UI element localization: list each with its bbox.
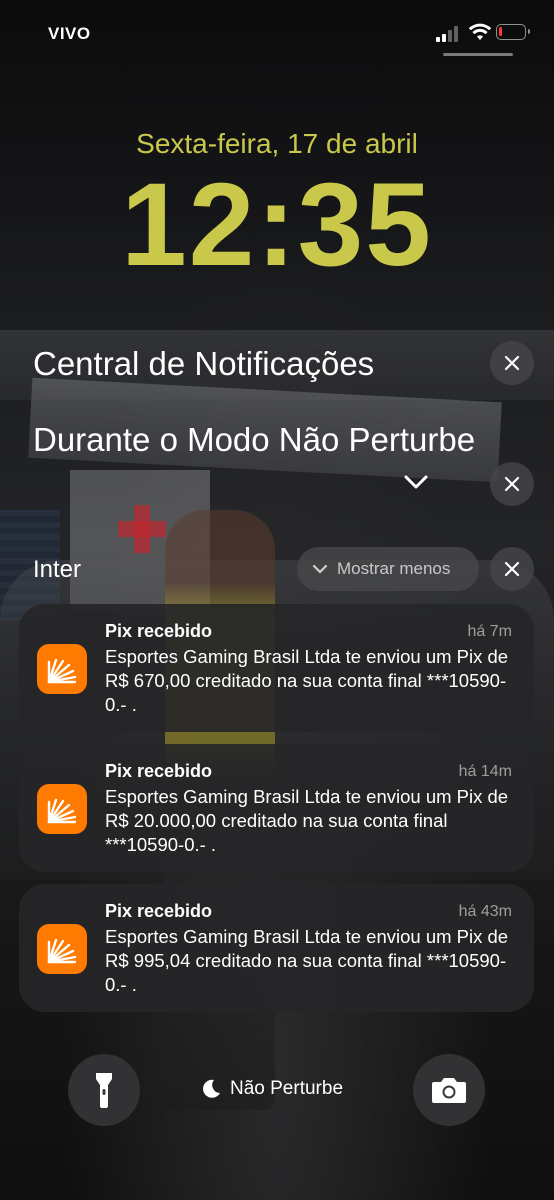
inter-app-icon	[37, 784, 87, 834]
flashlight-icon	[96, 1073, 112, 1108]
camera-button[interactable]	[413, 1054, 485, 1126]
flashlight-button[interactable]	[68, 1054, 140, 1126]
notification-card[interactable]: Pix recebido há 43m Esportes Gaming Bras…	[19, 884, 534, 1012]
focus-mode-label: Não Perturbe	[230, 1078, 344, 1099]
carrier-name: VIVO	[48, 24, 91, 43]
clear-group-button[interactable]	[490, 547, 534, 591]
notification-center-title: Central de Notificações	[33, 345, 375, 382]
notification-time: há 43m	[458, 903, 512, 920]
show-less-label: Mostrar menos	[337, 559, 451, 578]
close-icon	[504, 476, 520, 492]
camera-icon	[432, 1078, 466, 1103]
notification-title: Pix recebido	[105, 621, 213, 641]
notification-title: Pix recebido	[105, 761, 213, 781]
status-indicator-line	[443, 53, 513, 56]
status-bar: VIVO	[0, 0, 554, 60]
clear-dnd-section-button[interactable]	[490, 462, 534, 506]
notification-time: há 14m	[458, 763, 512, 780]
inter-app-icon	[37, 644, 87, 694]
moon-icon	[203, 1079, 220, 1098]
signal-icon	[436, 24, 462, 42]
expand-dnd-section-button[interactable]	[398, 468, 434, 498]
dnd-section-title: Durante o Modo Não Perturbe	[33, 421, 476, 458]
notification-card[interactable]: Pix recebido há 7m Esportes Gaming Brasi…	[19, 604, 534, 732]
focus-mode-indicator[interactable]: Não Perturbe	[200, 1078, 343, 1100]
notification-time: há 7m	[467, 623, 512, 640]
close-icon	[504, 561, 520, 577]
lock-date: Sexta-feira, 17 de abril	[136, 128, 418, 159]
chevron-down-icon	[312, 564, 328, 574]
notification-group-app-name: Inter	[33, 556, 82, 583]
close-icon	[504, 355, 520, 371]
notification-title: Pix recebido	[105, 901, 213, 921]
notification-body: Esportes Gaming Brasil Ltda te enviou um…	[105, 646, 509, 715]
notification-body: Esportes Gaming Brasil Ltda te enviou um…	[105, 926, 509, 995]
show-less-button[interactable]: Mostrar menos	[297, 547, 479, 591]
clear-notification-center-button[interactable]	[490, 341, 534, 385]
wallpaper-pharmacy-cross	[118, 505, 166, 553]
wifi-icon	[468, 23, 492, 40]
battery-icon	[496, 24, 530, 40]
inter-app-icon	[37, 924, 87, 974]
notification-card[interactable]: Pix recebido há 14m Esportes Gaming Bras…	[19, 744, 534, 872]
notification-body: Esportes Gaming Brasil Ltda te enviou um…	[105, 786, 509, 855]
lock-time: 12:35	[121, 159, 433, 291]
chevron-down-icon	[404, 475, 428, 489]
